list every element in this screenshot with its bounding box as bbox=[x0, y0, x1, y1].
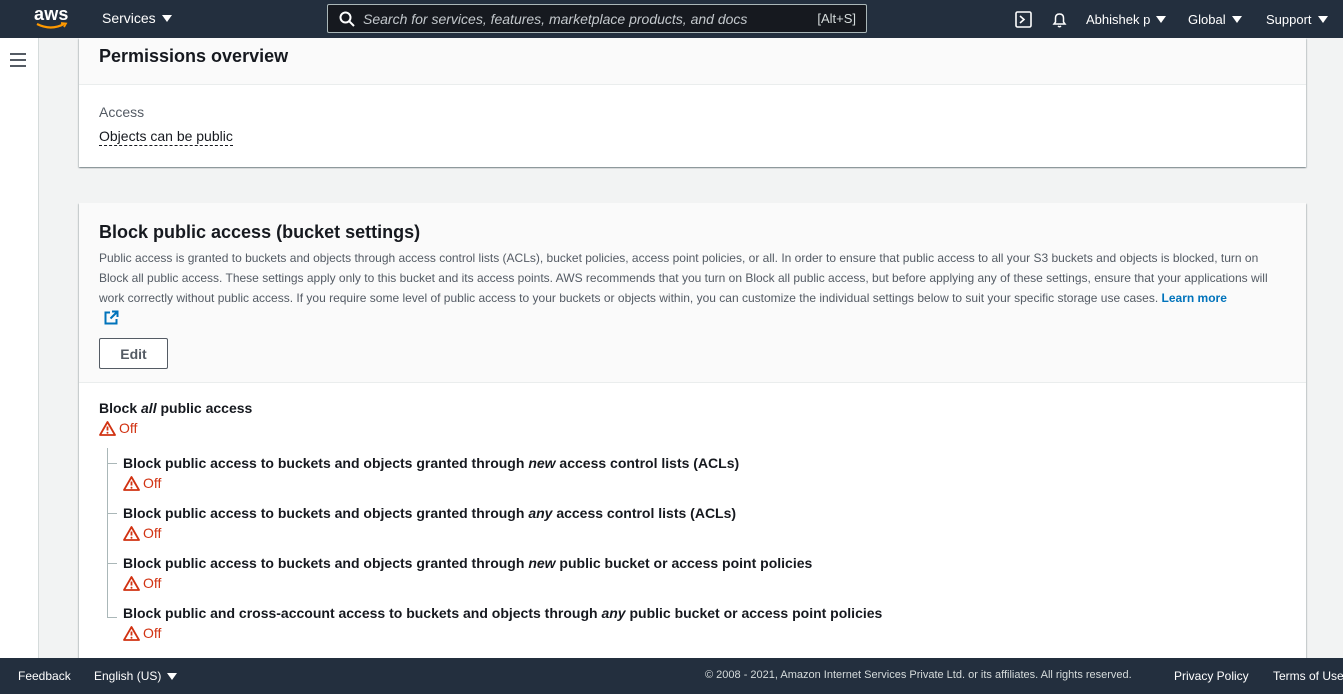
caret-down-icon bbox=[161, 14, 172, 22]
account-menu[interactable]: Abhishek p bbox=[1086, 0, 1167, 38]
access-label: Access bbox=[99, 104, 145, 120]
caret-down-icon bbox=[1317, 15, 1328, 23]
cloudshell-button[interactable] bbox=[1015, 0, 1032, 38]
label-text: access control lists (ACLs) bbox=[552, 505, 737, 521]
label-text: public access bbox=[156, 400, 253, 416]
status-text: Off bbox=[143, 625, 162, 641]
hamburger-menu-icon[interactable] bbox=[10, 53, 26, 67]
label-emphasis: new bbox=[528, 555, 556, 571]
search-input[interactable] bbox=[363, 5, 818, 32]
setting-any-acls-status: Off bbox=[123, 525, 161, 541]
label-text: public bucket or access point policies bbox=[625, 605, 883, 621]
label-emphasis: new bbox=[528, 455, 556, 471]
edit-button[interactable]: Edit bbox=[99, 338, 168, 369]
services-label: Services bbox=[102, 10, 156, 26]
block-all-status: Off bbox=[99, 420, 137, 436]
language-label: English (US) bbox=[94, 669, 162, 683]
learn-more-link[interactable]: Learn more bbox=[1162, 291, 1227, 305]
label-text: access control lists (ACLs) bbox=[555, 455, 740, 471]
region-menu[interactable]: Global bbox=[1188, 0, 1242, 38]
label-emphasis: any bbox=[528, 505, 553, 521]
aws-logo-text: aws bbox=[34, 4, 69, 24]
tree-branch bbox=[107, 463, 117, 464]
block-public-access-panel: Block public access (bucket settings) Pu… bbox=[79, 203, 1306, 658]
setting-any-acls-label: Block public access to buckets and objec… bbox=[123, 505, 736, 521]
account-label: Abhishek p bbox=[1086, 11, 1151, 27]
top-navigation: aws Services [Alt+S] Abhishek p Globa bbox=[0, 0, 1343, 38]
warning-icon bbox=[123, 625, 140, 641]
language-selector[interactable]: English (US) bbox=[94, 669, 178, 683]
label-text: Block bbox=[99, 400, 142, 416]
tree-branch bbox=[107, 563, 117, 564]
aws-smile-icon bbox=[36, 22, 68, 29]
tree-branch bbox=[107, 513, 117, 514]
setting-cross-account-status: Off bbox=[123, 625, 161, 641]
search-bar[interactable]: [Alt+S] bbox=[327, 4, 867, 33]
label-text: Block public and cross-account access to… bbox=[123, 605, 602, 621]
bell-icon bbox=[1052, 12, 1067, 27]
copyright-text: © 2008 - 2021, Amazon Internet Services … bbox=[705, 669, 1132, 681]
label-text: Block public access to buckets and objec… bbox=[123, 505, 529, 521]
tree-connector-line bbox=[107, 448, 108, 618]
support-label: Support bbox=[1266, 11, 1312, 27]
setting-new-policies-label: Block public access to buckets and objec… bbox=[123, 555, 812, 571]
caret-down-icon bbox=[167, 672, 178, 680]
label-text: Block public access to buckets and objec… bbox=[123, 455, 529, 471]
terms-of-use-link[interactable]: Terms of Use bbox=[1273, 669, 1343, 683]
external-link-icon[interactable] bbox=[104, 310, 119, 325]
block-public-access-title: Block public access (bucket settings) bbox=[99, 222, 421, 242]
setting-new-acls-status: Off bbox=[123, 475, 161, 491]
footer: Feedback English (US) © 2008 - 2021, Ama… bbox=[0, 658, 1343, 694]
permissions-overview-title: Permissions overview bbox=[99, 46, 289, 66]
block-all-public-access-label: Block all public access bbox=[99, 400, 252, 416]
cloudshell-icon bbox=[1015, 10, 1032, 28]
access-value[interactable]: Objects can be public bbox=[99, 128, 233, 146]
status-text: Off bbox=[143, 575, 162, 591]
privacy-policy-link[interactable]: Privacy Policy bbox=[1174, 669, 1249, 683]
notifications-button[interactable] bbox=[1051, 0, 1068, 38]
warning-icon bbox=[123, 575, 140, 591]
feedback-link[interactable]: Feedback bbox=[18, 669, 71, 683]
search-icon bbox=[339, 11, 355, 27]
label-text: public bucket or access point policies bbox=[555, 555, 813, 571]
warning-icon bbox=[123, 525, 140, 541]
status-text: Off bbox=[119, 420, 138, 436]
description-text: Public access is granted to buckets and … bbox=[99, 251, 1268, 305]
label-text: Block public access to buckets and objec… bbox=[123, 555, 529, 571]
services-menu[interactable]: Services bbox=[102, 10, 172, 26]
setting-new-policies-status: Off bbox=[123, 575, 161, 591]
permissions-overview-panel: Permissions overview Access Objects can … bbox=[79, 38, 1306, 167]
caret-down-icon bbox=[1231, 15, 1242, 23]
block-public-access-description: Public access is granted to buckets and … bbox=[99, 248, 1279, 308]
aws-logo[interactable]: aws bbox=[34, 5, 70, 33]
search-shortcut: [Alt+S] bbox=[817, 11, 856, 26]
caret-down-icon bbox=[1156, 15, 1167, 23]
status-text: Off bbox=[143, 475, 162, 491]
setting-cross-account-label: Block public and cross-account access to… bbox=[123, 605, 882, 621]
label-emphasis: any bbox=[601, 605, 626, 621]
panel-header: Block public access (bucket settings) Pu… bbox=[79, 203, 1306, 383]
side-navigation-rail bbox=[0, 38, 39, 658]
region-label: Global bbox=[1188, 11, 1226, 27]
tree-branch bbox=[107, 617, 117, 618]
warning-icon bbox=[123, 475, 140, 491]
panel-header: Permissions overview bbox=[79, 38, 1306, 85]
label-emphasis: all bbox=[141, 400, 157, 416]
support-menu[interactable]: Support bbox=[1266, 0, 1328, 38]
warning-icon bbox=[99, 420, 116, 436]
setting-new-acls-label: Block public access to buckets and objec… bbox=[123, 455, 739, 471]
status-text: Off bbox=[143, 525, 162, 541]
